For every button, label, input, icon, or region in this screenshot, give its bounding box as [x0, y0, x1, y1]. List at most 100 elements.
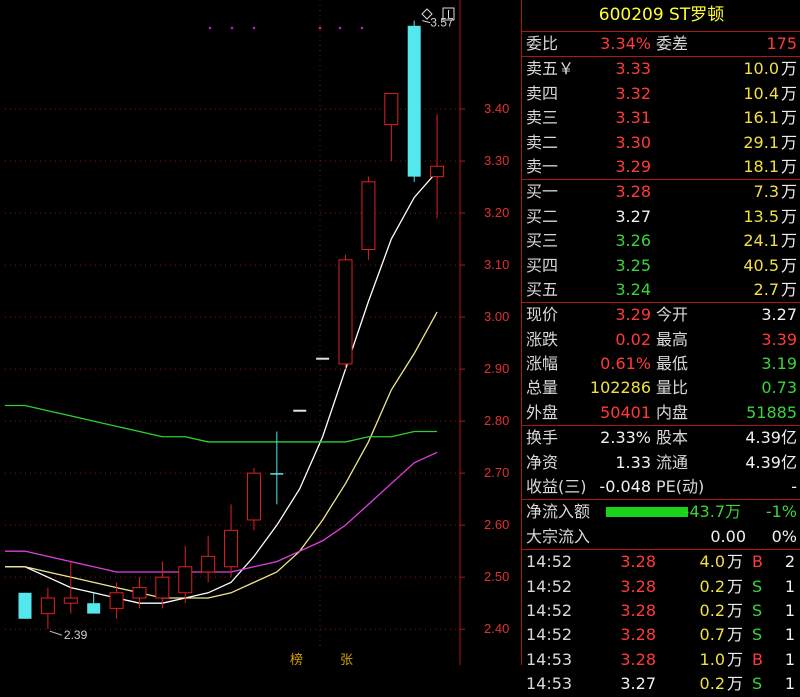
tick-row[interactable]: 14:52 3.28 0.7 万 S 1: [522, 623, 800, 647]
ask-label: 卖三: [526, 108, 559, 128]
fund-label-left: 净资: [526, 452, 559, 472]
candle-body: [132, 587, 147, 599]
bottom-mark: 榜: [290, 652, 303, 665]
candle[interactable]: [40, 587, 55, 630]
ask-row: 卖三 3.31 16.1 万: [522, 106, 800, 130]
y-tick-label: 3.00: [484, 309, 509, 324]
tick-side: B: [752, 552, 763, 572]
bid-price: 3.28: [615, 182, 651, 202]
candle-body: [407, 25, 421, 177]
low-marker-line: [49, 630, 63, 636]
candle[interactable]: [316, 357, 330, 360]
bid-row: 买五 3.24 2.7 万: [522, 278, 800, 302]
order-ratio-section: 委比 3.34% 委差 175: [522, 32, 800, 58]
fund-row: 净资 1.33 流通 4.39亿: [522, 451, 800, 475]
stat-value-right: 51885: [746, 402, 797, 422]
high-marker-label: 3.57: [430, 16, 454, 30]
tick-volume: 1.0: [699, 649, 725, 669]
ask-price: 3.30: [615, 132, 651, 152]
ask-label: 卖五￥: [526, 59, 575, 79]
candle[interactable]: [361, 176, 376, 260]
stat-value-left: 50401: [600, 402, 651, 422]
ask-price: 3.31: [615, 108, 651, 128]
candle-body: [178, 566, 193, 594]
candle-body: [338, 259, 353, 365]
candle[interactable]: [201, 535, 216, 583]
tick-row[interactable]: 14:52 3.28 4.0 万 B 2: [522, 550, 800, 574]
block-inflow-label: 大宗流入: [526, 526, 591, 546]
bid-price: 3.27: [615, 206, 651, 226]
marker-dot: [360, 26, 364, 30]
stat-label-right: 今开: [656, 305, 689, 325]
tick-row[interactable]: 14:52 3.28 0.2 万 S 1: [522, 599, 800, 623]
tick-row[interactable]: 14:52 3.28 0.2 万 S 1: [522, 575, 800, 599]
stat-value-left: 0.61%: [600, 354, 651, 374]
tick-side: S: [752, 674, 763, 694]
candle[interactable]: [338, 254, 353, 370]
ask-book: 卖五￥ 3.33 10.0 万卖四 3.32 10.4 万卖三 3.31 16.1 万卖二 3.30…: [522, 57, 800, 181]
candle[interactable]: [293, 409, 307, 412]
tick-side: B: [752, 649, 763, 669]
stock-title: 600209 ST罗顿: [598, 5, 725, 25]
bid-row: 买四 3.25 40.5 万: [522, 254, 800, 278]
fund-value-right: -: [791, 477, 797, 497]
candle[interactable]: [178, 545, 193, 604]
stat-label-left: 涨跌: [526, 329, 559, 349]
ask-volume-unit: 万: [780, 59, 797, 79]
tick-count: 1: [784, 576, 795, 596]
y-tick-label: 3.40: [484, 101, 509, 116]
tick-list[interactable]: 14:52 3.28 4.0 万 B 2 14:52 3.28 0.2 万 S 1 14:52 3.28 0…: [522, 550, 800, 696]
tick-side: S: [752, 600, 763, 620]
tick-time: 14:53: [526, 649, 573, 669]
bid-label: 买四: [526, 255, 559, 275]
bid-price: 3.25: [615, 255, 651, 275]
bid-volume: 24.1: [743, 231, 779, 251]
kline-chart[interactable]: 3.40 3.30 3.20 3.10 3.00 2.90 2.80 2.70 2.60 2.50…: [0, 0, 520, 665]
candle[interactable]: [155, 561, 170, 609]
bid-row: 买二 3.27 13.5 万: [522, 205, 800, 229]
candle[interactable]: [407, 20, 421, 182]
tick-count: 1: [784, 625, 795, 645]
tick-volume: 4.0: [699, 552, 725, 572]
block-inflow-pct: 0%: [771, 526, 797, 546]
stat-row: 外盘 50401 内盘 51885: [522, 401, 800, 425]
quote-panel: 600209 ST罗顿 委比 3.34% 委差 175 卖五￥ 3.33 10.0 万…: [521, 0, 800, 693]
candle[interactable]: [18, 592, 32, 619]
candle[interactable]: [246, 467, 261, 531]
fund-label-left: 换手: [526, 428, 559, 448]
ask-label: 卖二: [526, 132, 559, 152]
tick-price: 3.28: [620, 649, 656, 669]
ask-row: 卖四 3.32 10.4 万: [522, 82, 800, 106]
net-inflow-row: 净流入额 -43.7万 -1%: [522, 500, 800, 524]
tick-row[interactable]: 14:53 3.27 0.2 万 S 1: [522, 672, 800, 696]
candle[interactable]: [109, 582, 124, 619]
tick-volume-unit: 万: [727, 552, 744, 572]
bid-volume: 7.3: [753, 182, 779, 202]
tick-side: S: [752, 576, 763, 596]
ask-price: 3.33: [615, 59, 651, 79]
candle[interactable]: [87, 592, 101, 614]
kline-chart-panel[interactable]: 3.40 3.30 3.20 3.10 3.00 2.90 2.80 2.70 2.60 2.50…: [0, 0, 520, 665]
stat-label-left: 涨幅: [526, 354, 559, 374]
candle-body: [40, 597, 55, 615]
ask-label: 卖一: [526, 156, 559, 176]
block-inflow-value: 0.00: [710, 526, 746, 546]
candle[interactable]: [430, 114, 445, 219]
y-tick-label: 2.90: [484, 361, 509, 376]
tick-volume-unit: 万: [727, 625, 744, 645]
ask-volume: 10.0: [743, 59, 779, 79]
stat-row: 涨幅 0.61% 最低 3.19: [522, 352, 800, 376]
ask-volume-unit: 万: [780, 132, 797, 152]
ma-line-ma60: [5, 404, 438, 443]
stat-value-left: 0.02: [615, 329, 651, 349]
tick-row[interactable]: 14:53 3.28 1.0 万 B 1: [522, 648, 800, 672]
candle-body: [361, 181, 376, 250]
candle[interactable]: [63, 561, 78, 614]
block-inflow-row: 大宗流入 0.00 0%: [522, 525, 800, 549]
fund-value-left: 2.33%: [600, 428, 651, 448]
candle[interactable]: [224, 504, 239, 578]
candle[interactable]: [384, 92, 399, 162]
candle-body: [293, 409, 307, 412]
candle-body: [201, 555, 216, 573]
ask-price: 3.32: [615, 83, 651, 103]
